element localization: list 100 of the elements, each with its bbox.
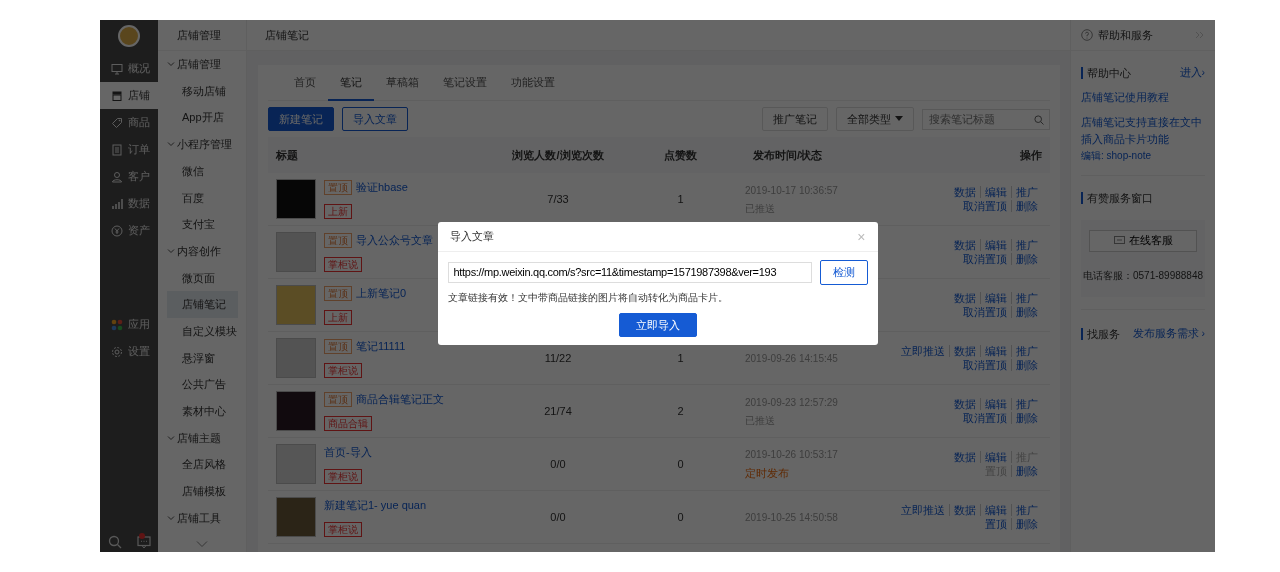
chevron-down-icon [167,60,175,69]
note-title-link[interactable]: 首页-导入 [324,444,372,461]
tab[interactable]: 草稿箱 [374,65,431,101]
column-header: 标题 [275,147,299,163]
action-link[interactable]: 取消置顶 [959,306,1011,318]
tab[interactable]: 功能设置 [499,65,567,101]
action-link[interactable]: 取消置顶 [959,200,1011,212]
enter-link[interactable]: 进入› [1179,65,1205,81]
tab[interactable]: 笔记设置 [431,65,499,101]
section-heading: 帮助中心 [1081,66,1131,79]
thumbnail-image [276,391,316,431]
note-title-link[interactable]: 新建笔记1- yue quan [324,497,427,514]
view-count: 7/33 [547,192,569,205]
action-link[interactable]: 推广 [1011,345,1038,357]
action-link[interactable]: 取消置顶 [959,253,1011,265]
action-link[interactable]: 删除 [1011,465,1038,477]
tab[interactable]: 首页 [282,65,328,101]
yen-coin-icon [111,224,123,237]
pinned-tag: 置顶 [324,391,352,407]
action-link[interactable]: 数据 [949,504,980,516]
nav-item[interactable]: 公共广告 [167,371,238,398]
post-request-link[interactable]: 发布服务需求 › [1132,326,1205,342]
action-link[interactable]: 数据 [950,451,980,463]
nav-item[interactable]: 店铺模板 [167,478,238,505]
nav-item[interactable]: 移动店铺 [167,77,238,105]
pinned-tag: 置顶 [324,285,352,301]
apps-icon [111,318,123,331]
action-link[interactable]: 取消置顶 [959,359,1011,371]
action-link[interactable]: 编辑 [980,292,1011,304]
section-heading: 有赞服务窗口 [1081,191,1153,204]
action-link[interactable]: 删除 [1011,253,1038,265]
import-article-button[interactable]: 导入文章 [342,106,408,132]
action-link[interactable]: 置顶 [981,518,1011,530]
action-link[interactable]: 数据 [950,239,980,251]
caret-down-icon [895,116,903,122]
action-link[interactable]: 取消置顶 [959,412,1011,424]
action-link[interactable]: 数据 [950,398,980,410]
action-link[interactable]: 删除 [1011,412,1038,424]
view-count: 0/0 [550,457,566,470]
nav-item[interactable]: 微信 [167,157,238,185]
import-now-button[interactable]: 立即导入 [618,312,697,337]
action-link[interactable]: 推广 [1011,398,1038,410]
chat-icon[interactable] [136,535,151,549]
action-link[interactable]: 数据 [950,292,980,304]
avatar [118,25,140,47]
online-service-button[interactable]: 在线客服 [1089,230,1197,252]
action-link[interactable]: 数据 [950,186,980,198]
action-link[interactable]: 立即推送 [897,345,949,357]
action-link[interactable]: 推广 [1011,504,1038,516]
view-count: 0/0 [550,510,566,523]
close-button[interactable]: × [857,229,866,244]
help-article-link[interactable]: 店铺笔记支持直接在文中插入商品卡片功能 [1081,113,1205,148]
search-icon[interactable] [107,535,122,549]
nav-item[interactable]: 素材中心 [167,397,238,425]
action-link[interactable]: 编辑 [980,398,1011,410]
promote-button[interactable]: 推广笔记 [762,106,828,132]
chevron-down-icon [167,140,175,149]
note-title-link[interactable]: 笔记11111 [356,338,406,355]
nav-item[interactable]: 店铺 [100,82,158,109]
nav-item[interactable]: 店铺笔记 [167,291,238,318]
note-title-link[interactable]: 导入公众号文章 [356,232,433,249]
action-link[interactable]: 编辑 [980,345,1011,357]
nav-item[interactable]: 全店风格 [167,451,238,478]
action-link[interactable]: 编辑 [980,239,1011,251]
action-link[interactable]: 推广 [1011,239,1038,251]
thumbnail-image [276,338,316,378]
nav-group[interactable]: 小程序管理 [158,131,246,158]
action-link[interactable]: 数据 [949,345,980,357]
action-link[interactable]: 编辑 [980,451,1011,463]
nav-item[interactable]: 百度 [167,184,238,212]
action-link[interactable]: 立即推送 [897,504,949,516]
action-link[interactable]: 删除 [1011,200,1038,212]
help-article-link[interactable]: 店铺笔记使用教程 [1081,88,1205,106]
note-title-link[interactable]: 商品合辑笔记正文 [356,391,444,408]
nav-item[interactable]: 自定义模块 [167,317,238,345]
nav-group[interactable]: 店铺主题 [158,424,246,452]
nav-item[interactable]: 悬浮窗 [167,344,238,372]
url-input-field[interactable]: https://mp.weixin.qq.com/s?src=11&timestamp=1571987398&ver=193 [447,261,812,283]
check-button[interactable]: 检测 [819,260,868,285]
action-link[interactable]: 删除 [1011,306,1038,318]
note-title-link[interactable]: 验证hbase [356,179,408,196]
new-note-button[interactable]: 新建笔记 [268,106,334,132]
tab[interactable]: 笔记 [328,65,374,101]
action-link[interactable]: 编辑 [980,186,1011,198]
action-link[interactable]: 删除 [1011,518,1038,530]
action-link[interactable]: 删除 [1011,359,1038,371]
nav-item[interactable]: App开店 [167,104,238,132]
panel-title: 帮助和服务 [1098,27,1154,43]
action-link[interactable]: 编辑 [980,504,1011,516]
nav-group[interactable]: 店铺管理 [158,51,246,78]
action-link[interactable]: 推广 [1011,186,1038,198]
nav-item[interactable]: 支付宝 [167,211,238,238]
nav-item[interactable]: 微页面 [167,264,238,292]
nav-group[interactable]: 内容创作 [158,237,246,265]
type-filter-dropdown[interactable]: 全部类型 [836,106,914,132]
note-title-link[interactable]: 上新笔记0 [356,285,407,302]
nav-group[interactable]: 店铺工具 [158,504,246,532]
category-tag: 掌柜说 [324,363,362,378]
nav-section-title: 店铺管理 [158,20,246,51]
action-link[interactable]: 推广 [1011,292,1038,304]
